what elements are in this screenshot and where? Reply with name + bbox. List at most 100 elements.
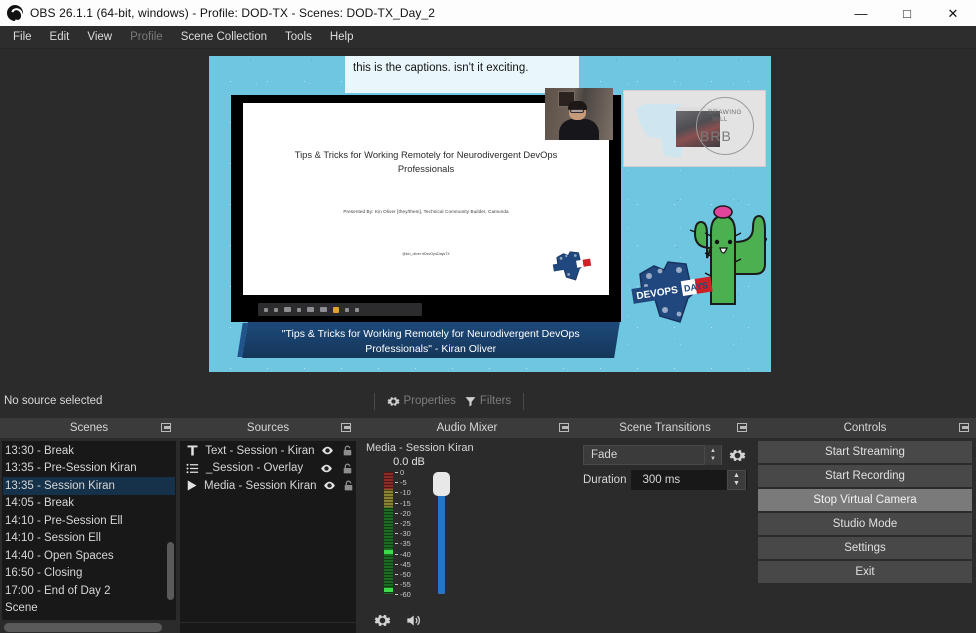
scenes-list[interactable]: 13:30 - Break 13:35 - Pre-Session Kiran 13…: [2, 441, 176, 620]
transition-select[interactable]: Fade ▲ ▼: [583, 445, 722, 465]
meter-scale: 0 -5 -10 -15 -20 -25 -30 -35 -40 -45 -50 -55 -60: [395, 468, 429, 599]
meter-scale-label: -35: [395, 539, 411, 548]
duration-input[interactable]: 300 ms ▲ ▼: [631, 470, 747, 490]
lower-third-banner: "Tips & Tricks for Working Remotely for …: [242, 322, 620, 358]
divider: [523, 392, 525, 410]
unlock-icon[interactable]: [342, 478, 356, 493]
sources-scroll-area[interactable]: [180, 622, 356, 633]
scene-list-item[interactable]: 14:10 - Session Ell: [3, 530, 175, 548]
annotate-icon[interactable]: [333, 306, 339, 313]
control-button-start-recording[interactable]: Start Recording: [758, 465, 972, 487]
mixer-body: Media - Session Kiran 0.0 dB 0 -5 -10 -15 -2…: [358, 439, 576, 633]
popout-icon[interactable]: [341, 423, 351, 432]
scenes-vertical-scrollbar[interactable]: [167, 542, 174, 600]
preview-area[interactable]: DEVOPS DAYS this is the captions. isn't …: [0, 49, 976, 386]
minimize-icon[interactable]: —: [838, 0, 884, 26]
menu-tools[interactable]: Tools: [276, 28, 321, 46]
meter-scale-label: -5: [395, 478, 407, 487]
source-list-item[interactable]: _Session - Overlay: [181, 460, 355, 478]
volume-fader-handle[interactable]: [433, 472, 450, 496]
scene-list-item[interactable]: 13:35 - Session Kiran: [3, 477, 175, 495]
control-button-stop-virtual-camera[interactable]: Stop Virtual Camera: [758, 489, 972, 511]
source-list-item[interactable]: Text - Session - Kiran: [181, 442, 355, 460]
menu-scene-collection[interactable]: Scene Collection: [172, 28, 276, 46]
close-icon[interactable]: ✕: [930, 0, 976, 26]
eye-icon[interactable]: [320, 444, 335, 457]
scene-list-item[interactable]: Scene: [3, 600, 175, 618]
control-button-studio-mode[interactable]: Studio Mode: [758, 513, 972, 535]
gear-icon[interactable]: [374, 612, 391, 629]
gear-icon: [387, 396, 400, 406]
media-playback-bar[interactable]: [258, 303, 422, 316]
scenes-horizontal-scrollbar[interactable]: [2, 622, 176, 633]
stop-icon[interactable]: [297, 307, 301, 312]
control-button-start-streaming[interactable]: Start Streaming: [758, 441, 972, 463]
popout-icon[interactable]: [559, 423, 569, 432]
obs-logo-icon: [7, 5, 23, 21]
meter-scale-label: -60: [395, 590, 411, 599]
source-list-item[interactable]: Media - Session Kiran: [181, 477, 355, 495]
duration-stepper[interactable]: ▲ ▼: [727, 470, 746, 490]
grid-icon[interactable]: [320, 307, 327, 312]
slide-presenter: Presented By: Kin Oliver [they/them], Te…: [343, 209, 509, 215]
webcam-person-body: [559, 119, 599, 140]
scene-list-item[interactable]: Background: [3, 617, 175, 619]
pause-icon[interactable]: [274, 307, 278, 312]
eye-icon[interactable]: [322, 479, 337, 492]
controls-title-label: Controls: [843, 422, 887, 434]
window-buttons: — □ ✕: [838, 0, 976, 26]
play-icon[interactable]: [264, 307, 268, 312]
unlock-icon[interactable]: [340, 443, 355, 458]
control-button-label: Settings: [844, 542, 886, 554]
menu-view[interactable]: View: [78, 28, 121, 46]
timecode-icon: [284, 307, 291, 312]
mixer-controls: [374, 612, 423, 629]
controls-body: Start Streaming Start Recording Stop Virtu…: [754, 439, 976, 633]
scrollbar-thumb[interactable]: [4, 623, 162, 632]
scene-list-item[interactable]: 14:10 - Pre-Session Ell: [3, 512, 175, 530]
chevron-updown-icon[interactable]: ▲ ▼: [704, 445, 721, 465]
menu-file[interactable]: File: [4, 28, 41, 46]
eye-icon[interactable]: [318, 462, 334, 475]
group-source-icon: [184, 461, 201, 476]
scene-list-item[interactable]: 17:00 - End of Day 2: [3, 582, 175, 600]
scene-item-label: 17:00 - End of Day 2: [5, 584, 111, 597]
menu-help[interactable]: Help: [321, 28, 363, 46]
scene-list-item[interactable]: 14:05 - Break: [3, 495, 175, 513]
preview-canvas[interactable]: DEVOPS DAYS this is the captions. isn't …: [209, 56, 771, 372]
selection-status: No source selected: [4, 395, 103, 407]
brb-board-image: DRAWING WILL BRB: [623, 90, 766, 167]
transitions-body: Fade ▲ ▼ Duration 300 ms ▲ ▼: [576, 439, 754, 633]
scene-item-label: 13:35 - Pre-Session Kiran: [5, 462, 137, 475]
filters-label: Filters: [479, 395, 512, 407]
scene-list-item[interactable]: 13:35 - Pre-Session Kiran: [3, 460, 175, 478]
popout-icon[interactable]: [737, 423, 747, 432]
text-source-icon: [184, 443, 200, 458]
properties-button: Properties: [383, 393, 459, 410]
sources-list[interactable]: Text - Session - Kiran _Session - Overlay…: [180, 441, 356, 622]
scene-transitions-dock: Scene Transitions Fade ▲ ▼ Duration 300 …: [576, 418, 754, 633]
source-selection-bar: No source selected Properties Filters: [0, 388, 976, 414]
scene-item-label: 13:35 - Session Kiran: [5, 479, 115, 492]
scene-list-item[interactable]: 13:30 - Break: [3, 442, 175, 460]
control-button-settings[interactable]: Settings: [758, 537, 972, 559]
control-button-label: Exit: [855, 566, 875, 578]
more-icon[interactable]: [355, 307, 359, 312]
volume-fader-track[interactable]: [438, 484, 445, 594]
speaker-icon[interactable]: [403, 612, 423, 629]
scene-item-label: 14:05 - Break: [5, 497, 75, 510]
meter-scale-label: -45: [395, 560, 411, 569]
control-button-exit[interactable]: Exit: [758, 561, 972, 583]
scene-list-item[interactable]: 14:40 - Open Spaces: [3, 547, 175, 565]
popout-icon[interactable]: [959, 423, 969, 432]
menu-edit[interactable]: Edit: [41, 28, 79, 46]
mixer-title-label: Audio Mixer: [436, 422, 498, 434]
dock-row: Scenes 13:30 - Break 13:35 - Pre-Session …: [0, 418, 976, 633]
layout-icon[interactable]: [307, 307, 314, 312]
unlock-icon[interactable]: [339, 461, 355, 476]
mic-icon[interactable]: [345, 307, 349, 312]
transition-settings-button[interactable]: [727, 445, 747, 465]
scene-list-item[interactable]: 16:50 - Closing: [3, 565, 175, 583]
maximize-icon[interactable]: □: [884, 0, 930, 26]
popout-icon[interactable]: [161, 423, 171, 432]
